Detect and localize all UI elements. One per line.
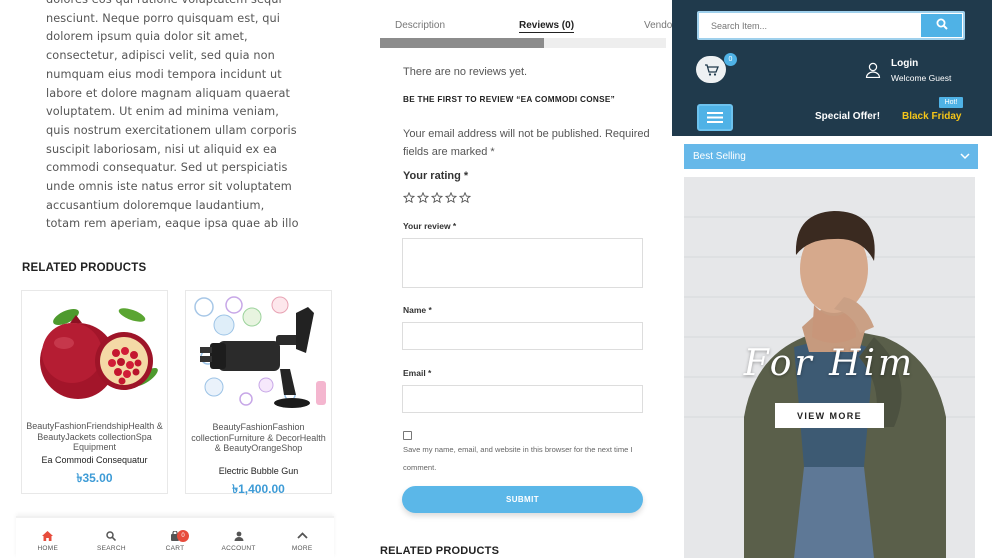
nav-home-label: HOME (37, 545, 59, 552)
search-icon (106, 531, 117, 541)
chevron-down-icon (960, 153, 970, 160)
product-name[interactable]: Electric Bubble Gun (186, 466, 331, 476)
star-rating-input[interactable] (403, 192, 473, 204)
search-input[interactable] (711, 18, 911, 34)
description-line: nesciunt. Neque porro quisquam est, qui (46, 11, 280, 25)
view-more-button[interactable]: VIEW MORE (775, 403, 884, 428)
description-line: totam rem aperiam, eaque ipsa quae ab il… (46, 217, 299, 231)
nav-home[interactable]: HOME (18, 518, 78, 558)
star-icon[interactable] (445, 192, 459, 204)
product-categories[interactable]: BeautyFashionFriendshipHealth & BeautyJa… (22, 421, 167, 453)
product-price: ৳35.00 (76, 471, 113, 485)
nav-cart[interactable]: 0 CART (145, 518, 205, 558)
nav-more[interactable]: MORE (272, 518, 332, 558)
nav-search[interactable]: SEARCH (81, 518, 141, 558)
search-bar (697, 11, 965, 40)
product-name[interactable]: Ea Commodi Consequatur (22, 455, 167, 465)
product-tabs: Description Reviews (0) Vendor (380, 20, 672, 34)
email-field[interactable] (402, 385, 643, 413)
cart-count-badge: 0 (724, 53, 737, 66)
name-label: Name * (403, 305, 432, 315)
product-description-panel: dolores eos qui ratione voluptatem sequi… (0, 0, 372, 558)
home-icon (42, 531, 54, 541)
related-products-title: RELATED PRODUCTS (380, 545, 500, 557)
no-reviews-text: There are no reviews yet. (403, 66, 528, 78)
rating-label: Your rating * (403, 170, 469, 182)
star-icon[interactable] (431, 192, 445, 204)
star-icon[interactable] (459, 192, 473, 204)
star-icon[interactable] (417, 192, 431, 204)
star-icon[interactable] (403, 192, 417, 204)
description-line: unde omnis iste natus error sit voluptat… (46, 180, 292, 194)
promo-banner[interactable]: For Him VIEW MORE (684, 177, 975, 558)
bottom-navigation: HOME SEARCH 0 CART ACCOUNT MORE (16, 516, 334, 558)
cart-button[interactable] (696, 56, 726, 83)
cart-icon (705, 64, 719, 76)
pomegranate-image[interactable] (26, 295, 164, 413)
special-offer-link[interactable]: Special Offer! (815, 111, 880, 122)
tab-description[interactable]: Description (395, 20, 445, 31)
description-line: numquam eius modi tempora incidunt ut (46, 67, 282, 81)
nav-account-label: ACCOUNT (221, 545, 256, 552)
hamburger-icon (707, 112, 723, 123)
product-card[interactable]: BeautyFashionFriendshipHealth & BeautyJa… (21, 290, 168, 494)
menu-button[interactable] (697, 104, 733, 131)
nav-more-label: MORE (291, 545, 313, 552)
hot-badge: Hot! (939, 97, 963, 108)
description-text: dolores eos qui ratione voluptatem sequi… (46, 0, 306, 234)
description-line: labore et dolore magnam aliquam quaerat (46, 86, 291, 100)
email-label: Email * (403, 368, 432, 378)
banner-headline: For Him (743, 343, 916, 384)
description-line: dolores eos qui ratione voluptatem sequi (46, 0, 306, 10)
description-line: suscipit laboriosam, nisi ut aliquid ex … (46, 142, 278, 156)
review-form-title: BE THE FIRST TO REVIEW “EA COMMODI CONSE… (403, 95, 615, 104)
shop-header: 0 Login Welcome Guest Hot! Special Offer… (672, 0, 992, 136)
nav-search-label: SEARCH (96, 545, 126, 552)
bubble-gun-image[interactable] (190, 295, 328, 413)
best-selling-label: Best Selling (693, 151, 746, 162)
email-privacy-note: Your email address will not be published… (403, 128, 650, 158)
search-icon (936, 18, 948, 30)
review-label: Your review * (403, 221, 457, 231)
description-line: consectetur, adipisci velit, sed quia no… (46, 49, 275, 63)
nav-cart-label: CART (165, 545, 185, 552)
description-line: dolorem ipsum quia dolor sit amet, (46, 30, 248, 44)
tab-indicator-active (380, 38, 544, 48)
black-friday-link[interactable]: Black Friday (902, 111, 961, 122)
best-selling-dropdown[interactable]: Best Selling (684, 144, 978, 169)
save-info-label: Save my name, email, and website in this… (403, 445, 633, 472)
product-categories[interactable]: BeautyFashionFashion collectionFurniture… (186, 422, 331, 454)
nav-account[interactable]: ACCOUNT (209, 518, 269, 558)
user-icon[interactable] (865, 62, 881, 78)
shop-sidebar: 0 Login Welcome Guest Hot! Special Offer… (672, 0, 992, 558)
review-textarea[interactable] (402, 238, 643, 288)
description-line: commodi consequatur. Sed ut perspiciatis (46, 161, 288, 175)
search-button[interactable] (921, 14, 962, 37)
description-line: voluptatem. Ut enim ad minima veniam, (46, 105, 279, 119)
welcome-text: Welcome Guest (891, 73, 952, 83)
submit-button[interactable]: SUBMIT (402, 486, 643, 513)
user-icon (234, 531, 244, 541)
related-products-title: RELATED PRODUCTS (22, 262, 147, 274)
save-info-checkbox[interactable] (403, 431, 412, 440)
chevron-up-icon (297, 532, 308, 539)
tab-vendor[interactable]: Vendor (644, 20, 672, 31)
login-link[interactable]: Login (891, 58, 918, 69)
reviews-panel: Description Reviews (0) Vendor There are… (372, 0, 672, 558)
cart-count-badge: 0 (176, 530, 189, 542)
product-card[interactable]: BeautyFashionFashion collectionFurniture… (185, 290, 332, 496)
product-price: ৳1,400.00 (232, 482, 285, 496)
description-line: quis nostrum exercitationem ullam corpor… (46, 123, 297, 137)
description-line: accusantium doloremque laudantium, (46, 198, 265, 212)
tab-indicator-track (380, 38, 666, 48)
name-field[interactable] (402, 322, 643, 350)
tab-reviews[interactable]: Reviews (0) (519, 20, 575, 33)
